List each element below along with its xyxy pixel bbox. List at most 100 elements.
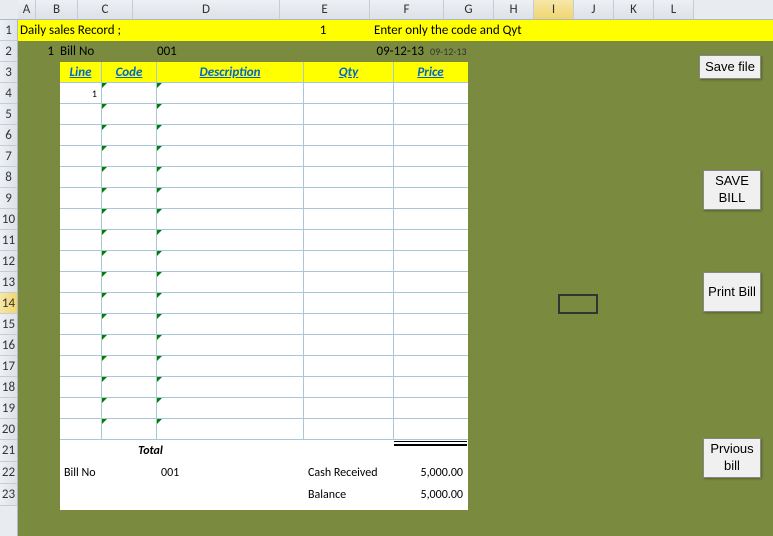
cell-desc[interactable]	[157, 272, 304, 292]
cell-desc[interactable]	[157, 104, 304, 124]
cell-qty[interactable]	[304, 209, 394, 229]
header-line[interactable]: Line	[60, 62, 102, 82]
header-price[interactable]: Price	[394, 62, 467, 82]
cell-price[interactable]	[394, 167, 467, 187]
col-header-K[interactable]: K	[614, 0, 654, 19]
cell-line[interactable]	[60, 398, 102, 418]
header-qty[interactable]: Qty	[304, 62, 394, 82]
cell-desc[interactable]	[157, 251, 304, 271]
col-header-I[interactable]: I	[534, 0, 574, 19]
row-header-10[interactable]: 10	[0, 209, 17, 230]
row-header-4[interactable]: 4	[0, 83, 17, 104]
cell-code[interactable]	[102, 398, 157, 418]
cell-qty[interactable]	[304, 188, 394, 208]
row-header-17[interactable]: 17	[0, 356, 17, 377]
cell-price[interactable]	[394, 377, 467, 397]
row-header-6[interactable]: 6	[0, 125, 17, 146]
cell-price[interactable]	[394, 125, 467, 145]
cell-code[interactable]	[102, 377, 157, 397]
cell-qty[interactable]	[304, 251, 394, 271]
cell-code[interactable]	[102, 251, 157, 271]
cell-code[interactable]	[102, 272, 157, 292]
cell-price[interactable]	[394, 356, 467, 376]
cell-price[interactable]	[394, 146, 467, 166]
row-header-2[interactable]: 2	[0, 41, 17, 62]
row-header-15[interactable]: 15	[0, 314, 17, 335]
row-header-1[interactable]: 1	[0, 20, 17, 41]
cell-price[interactable]	[394, 83, 467, 103]
cell-line[interactable]	[60, 125, 102, 145]
cell-line[interactable]	[60, 272, 102, 292]
cell-code[interactable]	[102, 314, 157, 334]
cell-code[interactable]	[102, 167, 157, 187]
col-header-D[interactable]: D	[133, 0, 280, 19]
col-header-J[interactable]: J	[574, 0, 614, 19]
table-row[interactable]	[60, 230, 468, 251]
cell-price[interactable]	[394, 104, 467, 124]
cell-price[interactable]	[394, 230, 467, 250]
row-header-9[interactable]: 9	[0, 188, 17, 209]
cell-code[interactable]	[102, 188, 157, 208]
cell-line[interactable]	[60, 293, 102, 313]
header-description[interactable]: Description	[157, 62, 304, 82]
cell-qty[interactable]	[304, 377, 394, 397]
cell-desc[interactable]	[157, 293, 304, 313]
cell-desc[interactable]	[157, 377, 304, 397]
table-row[interactable]	[60, 251, 468, 272]
cell-line[interactable]	[60, 230, 102, 250]
row-header-14[interactable]: 14	[0, 293, 17, 314]
cell-line[interactable]	[60, 188, 102, 208]
save-bill-button[interactable]: SAVE BILL	[703, 170, 761, 210]
table-row[interactable]	[60, 293, 468, 314]
print-bill-button[interactable]: Print Bill	[703, 272, 761, 312]
cell-qty[interactable]	[304, 125, 394, 145]
cell-code[interactable]	[102, 230, 157, 250]
col-header-C[interactable]: C	[78, 0, 133, 19]
cell-desc[interactable]	[157, 230, 304, 250]
table-row[interactable]	[60, 104, 468, 125]
cell-desc[interactable]	[157, 398, 304, 418]
table-row[interactable]	[60, 398, 468, 419]
cell-line[interactable]	[60, 419, 102, 439]
table-row[interactable]	[60, 167, 468, 188]
cell-line[interactable]	[60, 335, 102, 355]
cell-price[interactable]	[394, 188, 467, 208]
cell-qty[interactable]	[304, 356, 394, 376]
col-header-E[interactable]: E	[280, 0, 370, 19]
row-header-16[interactable]: 16	[0, 335, 17, 356]
cell-line[interactable]	[60, 377, 102, 397]
cell-code[interactable]	[102, 209, 157, 229]
table-row[interactable]	[60, 209, 468, 230]
cell-desc[interactable]	[157, 209, 304, 229]
cell-price[interactable]	[394, 293, 467, 313]
table-row[interactable]	[60, 125, 468, 146]
row-header-21[interactable]: 21	[0, 440, 17, 462]
row-header-19[interactable]: 19	[0, 398, 17, 419]
row-header-13[interactable]: 13	[0, 272, 17, 293]
table-row[interactable]: 1	[60, 83, 468, 104]
table-row[interactable]	[60, 335, 468, 356]
row-header-11[interactable]: 11	[0, 230, 17, 251]
cell-line[interactable]	[60, 356, 102, 376]
cell-desc[interactable]	[157, 167, 304, 187]
cell-desc[interactable]	[157, 356, 304, 376]
cell-qty[interactable]	[304, 293, 394, 313]
row-header-5[interactable]: 5	[0, 104, 17, 125]
cell-price[interactable]	[394, 272, 467, 292]
cell-code[interactable]	[102, 335, 157, 355]
cell-qty[interactable]	[304, 83, 394, 103]
cell-qty[interactable]	[304, 146, 394, 166]
cell-price[interactable]	[394, 419, 467, 439]
cell-price[interactable]	[394, 209, 467, 229]
cell-price[interactable]	[394, 335, 467, 355]
cell-qty[interactable]	[304, 335, 394, 355]
cell-qty[interactable]	[304, 167, 394, 187]
cell-price[interactable]	[394, 398, 467, 418]
row-header-20[interactable]: 20	[0, 419, 17, 440]
cell-line[interactable]: 1	[60, 83, 102, 103]
table-row[interactable]	[60, 377, 468, 398]
cell-desc[interactable]	[157, 314, 304, 334]
table-row[interactable]	[60, 356, 468, 377]
cell-qty[interactable]	[304, 230, 394, 250]
col-header-A[interactable]: A	[18, 0, 36, 19]
